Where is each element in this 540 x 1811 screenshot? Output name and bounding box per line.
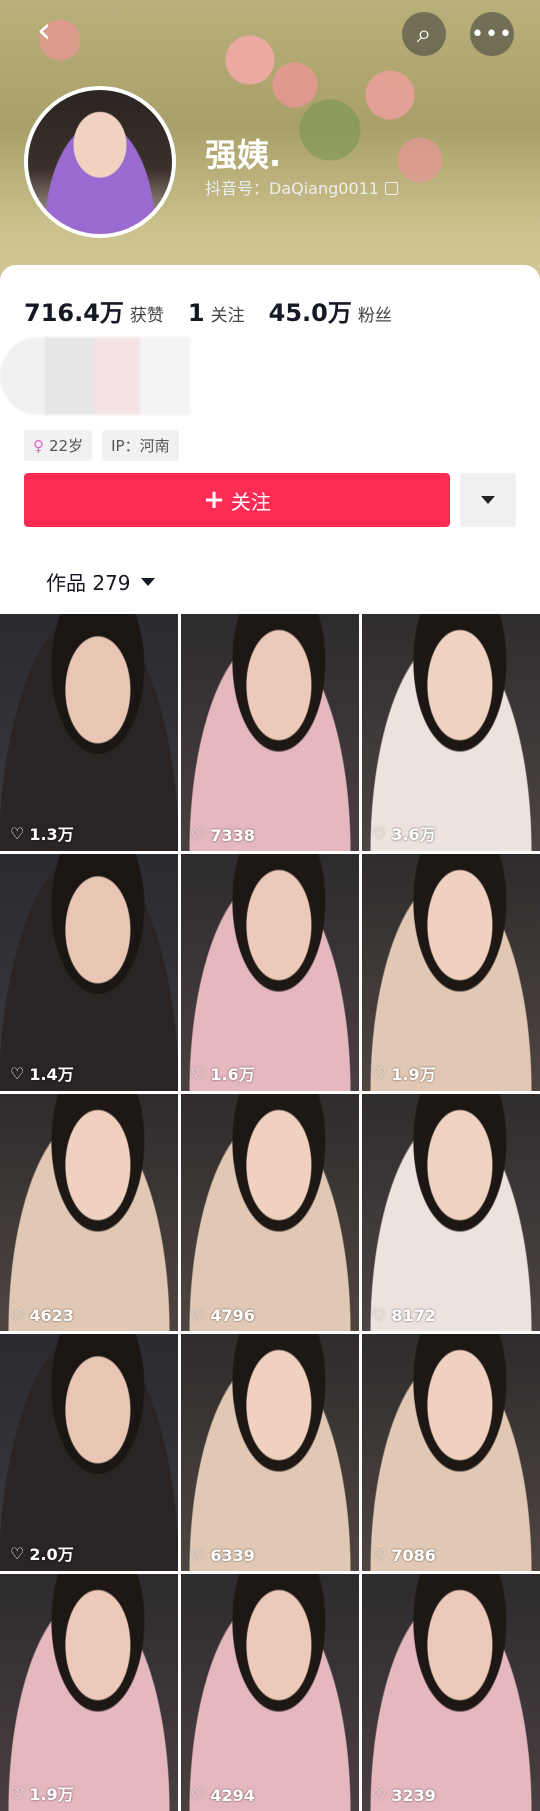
tag-age: ♀ 22岁: [24, 430, 93, 461]
chevron-down-icon: [140, 577, 155, 586]
tag-ip: IP：河南: [102, 430, 179, 461]
tag-age-text: 22岁: [49, 437, 84, 455]
video-likes: ♡ 2.0万: [10, 1541, 74, 1565]
video-thumbnail[interactable]: ♡ 1.9万: [0, 1574, 178, 1811]
video-likes: ♡ 4623: [10, 1306, 74, 1325]
video-thumbnail[interactable]: ♡ 7086: [362, 1334, 540, 1571]
heart-icon: ♡: [372, 1063, 387, 1083]
video-likes-count: 1.6万: [210, 1065, 255, 1084]
video-thumbnail[interactable]: ♡ 3.6万: [362, 614, 540, 851]
stat-followers-value: 45.0万: [268, 299, 352, 327]
heart-icon: ♡: [10, 1543, 25, 1563]
bio-blurred: [0, 337, 190, 415]
video-likes: ♡ 3239: [372, 1786, 436, 1805]
profile-name: 强姨.: [205, 136, 282, 174]
video-likes-count: 4623: [29, 1306, 74, 1325]
video-likes-count: 7338: [210, 826, 255, 845]
heart-icon: ♡: [372, 823, 387, 843]
video-thumbnail[interactable]: ♡ 6339: [181, 1334, 359, 1571]
video-thumbnail[interactable]: ♡ 7338: [181, 614, 359, 851]
video-thumbnail[interactable]: ♡ 1.6万: [181, 854, 359, 1091]
video-likes: ♡ 1.4万: [10, 1061, 74, 1085]
heart-icon: ♡: [10, 823, 25, 843]
video-thumbnail[interactable]: ♡ 4294: [181, 1574, 359, 1811]
copy-icon[interactable]: [385, 182, 398, 195]
stat-likes[interactable]: 716.4万 获赞: [24, 293, 164, 328]
heart-icon: ♡: [191, 1306, 206, 1325]
profile-tags: ♀ 22岁 IP：河南: [24, 430, 179, 461]
stat-followers-label: 粉丝: [357, 306, 392, 326]
video-likes: ♡ 1.6万: [191, 1061, 255, 1085]
video-likes-count: 4294: [210, 1786, 255, 1805]
video-likes-count: 1.9万: [391, 1065, 436, 1084]
back-icon[interactable]: ‹: [22, 8, 66, 52]
heart-icon: ♡: [191, 1546, 206, 1565]
heart-icon: ♡: [10, 1306, 25, 1325]
video-thumbnail[interactable]: ♡ 4623: [0, 1094, 178, 1331]
heart-icon: ♡: [372, 1306, 387, 1325]
video-thumbnail[interactable]: ♡ 2.0万: [0, 1334, 178, 1571]
video-likes-count: 8172: [391, 1306, 436, 1325]
heart-icon: ♡: [10, 1783, 25, 1803]
profile-card: 716.4万 获赞 1 关注 45.0万 粉丝 ♀ 22岁 IP：河南 + 关注 作品 2…: [0, 265, 540, 615]
tag-ip-text: IP：河南: [111, 437, 170, 455]
video-likes: ♡ 7338: [191, 826, 255, 845]
video-likes: ♡ 1.9万: [372, 1061, 436, 1085]
avatar[interactable]: [24, 86, 176, 238]
follow-button[interactable]: + 关注: [24, 473, 450, 527]
search-icon[interactable]: ⌕: [402, 12, 446, 56]
video-thumbnail[interactable]: ♡ 3239: [362, 1574, 540, 1811]
heart-icon: ♡: [191, 826, 206, 845]
tab-works-label: 作品 279: [46, 571, 131, 595]
profile-stats: 716.4万 获赞 1 关注 45.0万 粉丝: [24, 293, 416, 328]
video-likes: ♡ 4796: [191, 1306, 255, 1325]
stat-followers[interactable]: 45.0万 粉丝: [269, 293, 392, 328]
video-likes: ♡ 4294: [191, 1786, 255, 1805]
stat-likes-value: 716.4万: [24, 299, 124, 327]
female-icon: ♀: [33, 437, 44, 455]
heart-icon: ♡: [10, 1063, 25, 1083]
stat-following-label: 关注: [210, 306, 245, 326]
profile-banner: ‹ ⌕ ••• 强姨. 抖音号：DaQiang0011: [0, 0, 540, 280]
follow-label: 关注: [230, 489, 271, 514]
tab-works[interactable]: 作品 279: [46, 567, 155, 596]
video-likes-count: 1.4万: [29, 1065, 74, 1084]
heart-icon: ♡: [372, 1546, 387, 1565]
video-likes-count: 1.3万: [29, 825, 74, 844]
video-likes-count: 4796: [210, 1306, 255, 1325]
video-thumbnail[interactable]: ♡ 1.3万: [0, 614, 178, 851]
plus-icon: +: [203, 485, 225, 515]
stat-likes-label: 获赞: [129, 306, 164, 326]
stat-following[interactable]: 1 关注: [188, 299, 245, 327]
heart-icon: ♡: [372, 1786, 387, 1805]
video-likes: ♡ 7086: [372, 1546, 436, 1565]
more-icon[interactable]: •••: [470, 12, 514, 56]
heart-icon: ♡: [191, 1063, 206, 1083]
douyin-id: 抖音号：DaQiang0011: [205, 175, 398, 199]
video-thumbnail[interactable]: ♡ 1.4万: [0, 854, 178, 1091]
video-likes-count: 7086: [391, 1546, 436, 1565]
video-likes: ♡ 1.9万: [10, 1781, 74, 1805]
chevron-down-icon: [481, 496, 495, 504]
douyin-id-text: 抖音号：DaQiang0011: [205, 179, 379, 198]
video-likes: ♡ 1.3万: [10, 821, 74, 845]
video-likes-count: 1.9万: [29, 1785, 74, 1804]
video-likes-count: 3239: [391, 1786, 436, 1805]
video-thumbnail[interactable]: ♡ 1.9万: [362, 854, 540, 1091]
video-thumbnail[interactable]: ♡ 8172: [362, 1094, 540, 1331]
stat-following-value: 1: [187, 299, 205, 327]
video-likes-count: 6339: [210, 1546, 255, 1565]
video-likes-count: 3.6万: [391, 825, 436, 844]
video-likes: ♡ 3.6万: [372, 821, 436, 845]
follow-dropdown-button[interactable]: [460, 473, 516, 527]
heart-icon: ♡: [191, 1786, 206, 1805]
video-likes-count: 2.0万: [29, 1545, 74, 1564]
video-grid: ♡ 1.3万 ♡ 7338 ♡ 3.6万 ♡ 1.4万 ♡ 1.6万 ♡ 1.9万 ♡ 4623 ♡ 4796…: [0, 614, 540, 1811]
video-likes: ♡ 6339: [191, 1546, 255, 1565]
video-thumbnail[interactable]: ♡ 4796: [181, 1094, 359, 1331]
video-likes: ♡ 8172: [372, 1306, 436, 1325]
